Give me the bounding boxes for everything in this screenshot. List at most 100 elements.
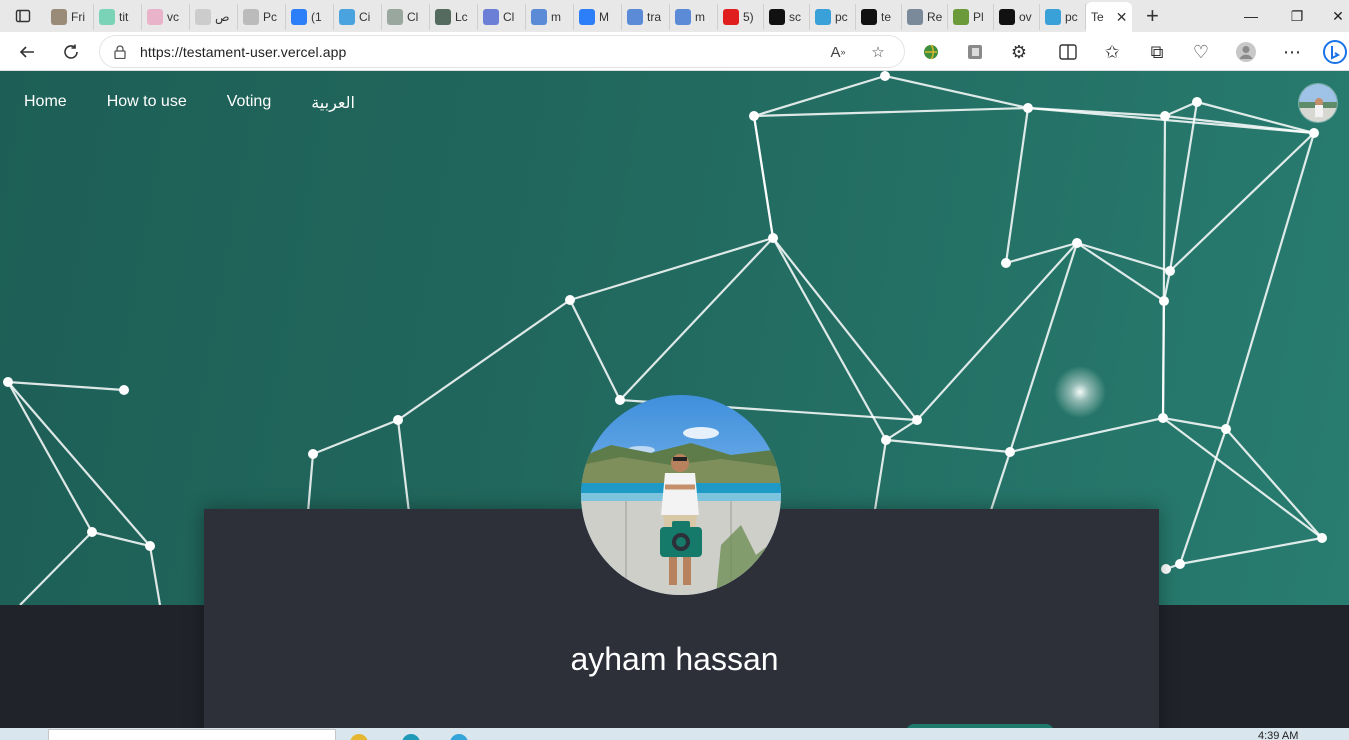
- browser-tab[interactable]: Fri: [46, 4, 94, 30]
- tab-label: Lc: [455, 10, 468, 24]
- browser-tab[interactable]: Lc: [430, 4, 478, 30]
- refresh-icon[interactable]: [56, 37, 86, 67]
- app-taskbar-icon[interactable]: [450, 734, 468, 740]
- extensions-puzzle-icon[interactable]: ⚙: [1004, 37, 1034, 67]
- browser-tab[interactable]: pc: [810, 4, 856, 30]
- network-edge: [397, 299, 571, 421]
- cloud-tab-icon: [483, 9, 499, 25]
- extension-globe-icon[interactable]: [916, 37, 946, 67]
- browser-tab[interactable]: Re: [902, 4, 948, 30]
- url-text[interactable]: https://testament-user.vercel.app: [140, 44, 346, 60]
- github-tab-icon: [769, 9, 785, 25]
- nav-home-link[interactable]: Home: [24, 93, 67, 113]
- network-node: [1161, 564, 1171, 574]
- address-bar[interactable]: https://testament-user.vercel.app A» ☆: [100, 36, 904, 67]
- bing-copilot-icon[interactable]: [1320, 37, 1349, 67]
- browser-tab[interactable]: ov: [994, 4, 1040, 30]
- nav-arabic-link[interactable]: العربية: [311, 93, 355, 113]
- split-screen-icon[interactable]: [1053, 37, 1083, 67]
- network-node: [912, 415, 922, 425]
- network-edge: [91, 530, 151, 548]
- browser-tab[interactable]: 5): [718, 4, 764, 30]
- tab-strip: Fri tit vc ص Pc (1 Ci Cl Lc Cl m Mtra m 5) sc pc te Re Pl o…: [0, 0, 1349, 32]
- browser-tab[interactable]: tit: [94, 4, 142, 30]
- back-arrow-icon[interactable]: [12, 37, 42, 67]
- favorites-icon[interactable]: ✩: [1097, 37, 1127, 67]
- tab-active[interactable]: Te ✕: [1086, 2, 1133, 32]
- globe-tab-icon: [815, 9, 831, 25]
- network-node: [1175, 559, 1185, 569]
- web-page: Home How to use Voting العربية ayham has…: [0, 71, 1349, 740]
- browser-tab[interactable]: te: [856, 4, 902, 30]
- browser-toolbar: https://testament-user.vercel.app A» ☆ ⚙…: [0, 32, 1349, 71]
- tab-label: Pl: [973, 10, 984, 24]
- network-edge: [1168, 101, 1199, 272]
- browser-tab[interactable]: ص: [190, 4, 238, 30]
- browser-tab[interactable]: tra: [622, 4, 670, 30]
- close-tab-icon[interactable]: ✕: [1116, 9, 1128, 26]
- browser-tab[interactable]: sc: [764, 4, 810, 30]
- extension-box-icon[interactable]: [960, 37, 990, 67]
- performance-heart-icon[interactable]: ♡: [1186, 37, 1216, 67]
- network-node: [1158, 413, 1168, 423]
- browser-tab[interactable]: (1: [286, 4, 334, 30]
- minimize-icon[interactable]: —: [1228, 0, 1274, 32]
- browser-tab[interactable]: Cl: [478, 4, 526, 30]
- browser-tab[interactable]: Cl: [382, 4, 430, 30]
- edge-taskbar-icon[interactable]: [402, 734, 420, 740]
- tab-label: (1: [311, 10, 322, 24]
- network-edge: [1161, 115, 1167, 419]
- network-node: [1159, 296, 1169, 306]
- network-node: [1221, 424, 1231, 434]
- browser-tab[interactable]: Pc: [238, 4, 286, 30]
- user-avatar-button[interactable]: [1298, 83, 1338, 123]
- network-edge: [312, 418, 399, 456]
- browser-tab[interactable]: M: [574, 4, 622, 30]
- network-edge: [752, 115, 775, 239]
- lock-icon[interactable]: [100, 44, 140, 59]
- glow-highlight: [1054, 366, 1106, 418]
- network-node: [1005, 447, 1015, 457]
- settings-more-icon[interactable]: ⋯: [1277, 37, 1307, 67]
- browser-tab[interactable]: pc: [1040, 4, 1086, 30]
- network-node: [1309, 128, 1319, 138]
- change-photo-camera-icon[interactable]: [660, 521, 702, 557]
- taskbar-search-box[interactable]: [48, 729, 336, 740]
- network-edge: [1076, 241, 1171, 273]
- read-aloud-icon[interactable]: A»: [826, 40, 850, 64]
- browser-tab[interactable]: Pl: [948, 4, 994, 30]
- tab-label: m: [695, 10, 705, 24]
- search-tab-icon: [627, 9, 643, 25]
- close-window-icon[interactable]: ✕: [1315, 0, 1349, 32]
- favorite-star-icon[interactable]: ☆: [866, 40, 890, 64]
- youtube-tab-icon: [723, 9, 739, 25]
- network-edge: [916, 242, 1078, 421]
- network-edge: [19, 531, 93, 605]
- github-tab-icon: [999, 9, 1015, 25]
- network-node: [565, 295, 575, 305]
- browser-tab[interactable]: m: [526, 4, 574, 30]
- collections-icon[interactable]: ⧉: [1142, 37, 1172, 67]
- network-edge: [1008, 242, 1079, 453]
- tab-label: pc: [835, 10, 848, 24]
- network-edge: [148, 545, 162, 605]
- tab-label: vc: [167, 10, 179, 24]
- browser-tab[interactable]: Ci: [334, 4, 382, 30]
- image-tab-icon: [51, 9, 67, 25]
- wc-tab-icon: [147, 9, 163, 25]
- openai-tab-icon: [387, 9, 403, 25]
- new-tab-button[interactable]: +: [1132, 0, 1172, 32]
- tab-label: tra: [647, 10, 662, 24]
- nav-voting-link[interactable]: Voting: [227, 93, 271, 113]
- tab-label: m: [551, 10, 561, 24]
- browser-tab[interactable]: vc: [142, 4, 190, 30]
- tab-label: te: [881, 10, 892, 24]
- tab-actions-menu-icon[interactable]: [0, 0, 46, 32]
- network-node: [749, 111, 759, 121]
- browser-tab[interactable]: m: [670, 4, 718, 30]
- file-explorer-icon[interactable]: [350, 734, 368, 740]
- profile-avatar-icon[interactable]: [1231, 37, 1261, 67]
- restore-icon[interactable]: ❐: [1274, 0, 1320, 32]
- nav-how-to-use-link[interactable]: How to use: [107, 93, 187, 113]
- network-node: [1192, 97, 1202, 107]
